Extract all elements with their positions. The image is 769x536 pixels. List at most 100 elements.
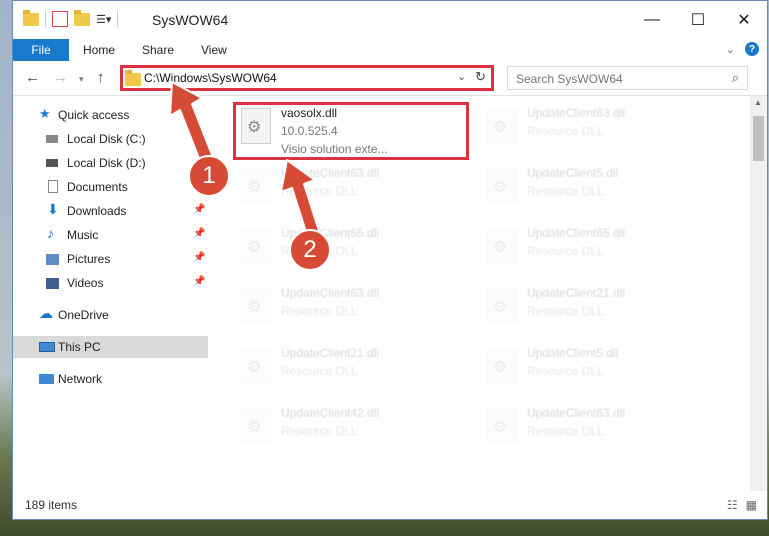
forward-button[interactable]: → — [53, 69, 68, 86]
file-description: Resource DLL — [527, 304, 604, 318]
dll-file-icon — [487, 348, 517, 384]
file-description: Resource DLL — [527, 244, 604, 258]
file-item[interactable]: UpdateClient42.dll Resource DLL — [233, 404, 468, 456]
address-highlight-box — [120, 65, 494, 91]
file-description: Resource DLL — [527, 184, 604, 198]
dll-file-icon — [241, 168, 271, 204]
dll-file-icon — [241, 348, 271, 384]
drive-icon — [46, 135, 58, 143]
scroll-up-icon[interactable]: ▲ — [754, 98, 762, 107]
sidebar-item-label: Documents — [67, 180, 128, 194]
expand-ribbon-icon[interactable]: ⌄ — [726, 43, 735, 56]
file-description: Resource DLL — [527, 424, 604, 438]
file-item[interactable]: UpdateClient65.dll Resource DLL — [233, 224, 468, 276]
file-item[interactable]: UpdateClient5.dll Resource DLL — [479, 344, 714, 396]
videos-icon — [46, 278, 59, 289]
file-name: UpdateClient21.dll — [527, 286, 626, 300]
tab-view[interactable]: View — [201, 43, 227, 57]
file-item[interactable]: UpdateClient21.dll Resource DLL — [233, 344, 468, 396]
item-count: 189 items — [25, 498, 78, 512]
sidebar-item-local-disk-c[interactable]: Local Disk (C:) — [13, 128, 208, 150]
step-2-badge: 2 — [289, 229, 331, 271]
divider — [45, 11, 46, 27]
scrollbar-thumb[interactable] — [753, 116, 764, 161]
tab-share[interactable]: Share — [142, 43, 174, 57]
sidebar-item-label: Network — [58, 372, 103, 386]
search-placeholder: Search SysWOW64 — [516, 72, 623, 86]
tab-home[interactable]: Home — [83, 43, 115, 57]
file-item[interactable]: UpdateClient63.dll Resource DLL — [479, 104, 714, 156]
ribbon-right: ⌄ ? — [726, 42, 759, 56]
sidebar-item-label: Pictures — [67, 252, 111, 266]
properties-icon[interactable] — [52, 11, 68, 27]
star-icon: ★ — [39, 106, 51, 121]
window-title: SysWOW64 — [152, 12, 229, 28]
maximize-button[interactable]: ☐ — [675, 1, 721, 39]
new-folder-icon[interactable] — [74, 9, 90, 26]
pin-icon[interactable]: 📌 — [193, 252, 205, 263]
file-highlight-box — [233, 102, 469, 160]
sidebar-item-label: Local Disk (C:) — [67, 132, 146, 146]
file-item[interactable]: UpdateClient65.dll Resource DLL — [479, 224, 714, 276]
details-view-icon[interactable]: ☷ — [727, 498, 738, 512]
sidebar-item-label: OneDrive — [58, 308, 109, 322]
cloud-icon: ☁ — [39, 305, 53, 321]
file-description: Resource DLL — [527, 124, 604, 138]
dll-file-icon — [241, 228, 271, 264]
sidebar-item-pictures[interactable]: Pictures 📌 — [13, 248, 208, 270]
minimize-button[interactable]: — — [629, 1, 675, 39]
recent-locations-icon[interactable]: ▾ — [79, 74, 84, 85]
file-name: UpdateClient5.dll — [527, 166, 619, 180]
divider — [117, 11, 119, 27]
file-name: UpdateClient63.dll — [281, 286, 380, 300]
file-description: Resource DLL — [281, 424, 358, 438]
sidebar-item-downloads[interactable]: ⬇ Downloads 📌 — [13, 200, 208, 222]
pc-icon — [39, 342, 55, 352]
sidebar-item-music[interactable]: ♪ Music 📌 — [13, 224, 208, 246]
sidebar-item-quick-access[interactable]: ★ Quick access — [13, 104, 208, 126]
help-icon[interactable]: ? — [745, 42, 759, 56]
navigation-bar: ← → ▾ ↑ C:\Windows\SysWOW64 ⌄ ↻ Search S… — [13, 61, 767, 96]
file-description: Resource DLL — [281, 364, 358, 378]
sidebar-item-onedrive[interactable]: ☁ OneDrive — [13, 304, 208, 326]
file-name: UpdateClient65.dll — [527, 226, 626, 240]
dll-file-icon — [487, 228, 517, 264]
file-item[interactable]: UpdateClient63.dll Resource DLL — [479, 404, 714, 456]
drive-icon — [46, 159, 58, 167]
close-button[interactable]: ✕ — [721, 1, 767, 39]
pin-icon[interactable]: 📌 — [193, 228, 205, 239]
customize-icon[interactable]: ☰▾ — [96, 13, 111, 26]
file-item[interactable]: UpdateClient5.dll Resource DLL — [479, 164, 714, 216]
network-icon — [39, 374, 54, 384]
view-switcher: ☷ ▦ — [727, 498, 757, 512]
dll-file-icon — [487, 108, 517, 144]
download-icon: ⬇ — [47, 201, 59, 217]
search-icon[interactable]: ⌕ — [732, 70, 739, 86]
search-input[interactable]: Search SysWOW64 ⌕ — [507, 66, 748, 90]
sidebar-item-documents[interactable]: Documents 📌 — [13, 176, 208, 198]
sidebar-item-videos[interactable]: Videos 📌 — [13, 272, 208, 294]
file-name: UpdateClient63.dll — [281, 166, 380, 180]
sidebar-item-label: Local Disk (D:) — [67, 156, 146, 170]
large-icons-view-icon[interactable]: ▦ — [746, 498, 757, 512]
file-item[interactable]: UpdateClient63.dll Resource DLL — [233, 164, 468, 216]
file-description: Resource DLL — [281, 184, 358, 198]
file-name: UpdateClient63.dll — [527, 406, 626, 420]
tab-file[interactable]: File — [13, 39, 69, 61]
sidebar-item-local-disk-d[interactable]: Local Disk (D:) — [13, 152, 208, 174]
sidebar-item-network[interactable]: Network — [13, 368, 208, 390]
pictures-icon — [46, 254, 59, 265]
sidebar-item-this-pc[interactable]: This PC — [13, 336, 208, 358]
file-item[interactable]: UpdateClient21.dll Resource DLL — [479, 284, 714, 336]
vertical-scrollbar[interactable]: ▲ — [750, 96, 767, 491]
pin-icon[interactable]: 📌 — [193, 276, 205, 287]
file-description: Resource DLL — [281, 304, 358, 318]
up-button[interactable]: ↑ — [97, 69, 105, 86]
file-item[interactable]: UpdateClient63.dll Resource DLL — [233, 284, 468, 336]
dll-file-icon — [487, 168, 517, 204]
pin-icon[interactable]: 📌 — [193, 204, 205, 215]
back-button[interactable]: ← — [25, 69, 40, 86]
file-list: vaosolx.dll 10.0.525.4 Visio solution ex… — [209, 96, 743, 491]
file-description: Resource DLL — [527, 364, 604, 378]
title-bar: ☰▾ SysWOW64 — ☐ ✕ — [13, 1, 767, 39]
